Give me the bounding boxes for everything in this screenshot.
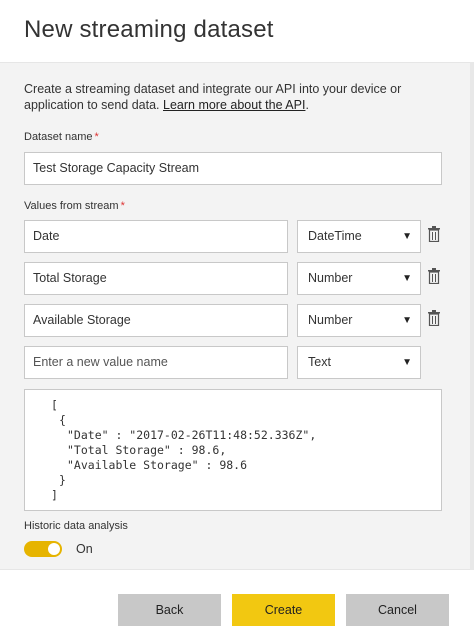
required-marker: * [94, 131, 99, 143]
chevron-down-icon: ▼ [402, 357, 412, 368]
values-from-stream-label-text: Values from stream [24, 200, 119, 212]
new-value-type-select[interactable]: Text ▼ [297, 346, 421, 379]
code-line: "Total Storage" : 98.6, [67, 443, 227, 457]
code-line: [ [51, 398, 58, 412]
value-name-input-available-storage[interactable]: Available Storage [24, 304, 288, 337]
toggle-knob [48, 543, 60, 555]
value-type-selected: Number [308, 313, 353, 327]
value-type-selected: Text [308, 355, 331, 369]
value-name-input-total-storage[interactable]: Total Storage [24, 262, 288, 295]
values-from-stream-label: Values from stream * [24, 200, 125, 212]
trash-icon[interactable] [428, 268, 440, 284]
learn-more-link[interactable]: Learn more about the API [163, 98, 305, 112]
code-line: { [59, 413, 66, 427]
toggle-state-label: On [76, 542, 93, 556]
new-streaming-dataset-dialog: New streaming dataset Create a streaming… [0, 0, 474, 641]
value-type-selected: Number [308, 271, 353, 285]
dialog-body: Create a streaming dataset and integrate… [0, 62, 474, 570]
new-value-name-input[interactable]: Enter a new value name [24, 346, 288, 379]
chevron-down-icon: ▼ [402, 231, 412, 242]
dialog-title: New streaming dataset [24, 16, 274, 43]
scrollbar[interactable] [470, 62, 474, 570]
dialog-footer: Back Create Cancel [0, 570, 474, 641]
value-type-select-total-storage[interactable]: Number ▼ [297, 262, 421, 295]
cancel-button[interactable]: Cancel [346, 594, 449, 626]
trash-icon[interactable] [428, 226, 440, 242]
intro-period: . [305, 98, 309, 112]
chevron-down-icon: ▼ [402, 273, 412, 284]
historic-data-toggle[interactable] [24, 541, 62, 557]
create-button[interactable]: Create [232, 594, 335, 626]
trash-icon[interactable] [428, 310, 440, 326]
code-line: "Date" : "2017-02-26T11:48:52.336Z", [67, 428, 317, 442]
code-line: } [59, 473, 66, 487]
required-marker: * [120, 200, 125, 212]
dataset-name-label-text: Dataset name [24, 131, 93, 143]
intro-text: Create a streaming dataset and integrate… [24, 81, 434, 113]
dataset-name-label: Dataset name * [24, 131, 99, 143]
dataset-name-input[interactable]: Test Storage Capacity Stream [24, 152, 442, 185]
chevron-down-icon: ▼ [402, 315, 412, 326]
dialog-header: New streaming dataset [0, 0, 474, 62]
value-type-select-date[interactable]: DateTime ▼ [297, 220, 421, 253]
value-type-select-available-storage[interactable]: Number ▼ [297, 304, 421, 337]
json-sample-box: [ { "Date" : "2017-02-26T11:48:52.336Z",… [24, 389, 442, 511]
historic-data-label: Historic data analysis [24, 520, 128, 532]
value-name-input-date[interactable]: Date [24, 220, 288, 253]
code-line: "Available Storage" : 98.6 [67, 458, 248, 472]
code-line: ] [51, 488, 58, 502]
value-type-selected: DateTime [308, 229, 362, 243]
back-button[interactable]: Back [118, 594, 221, 626]
